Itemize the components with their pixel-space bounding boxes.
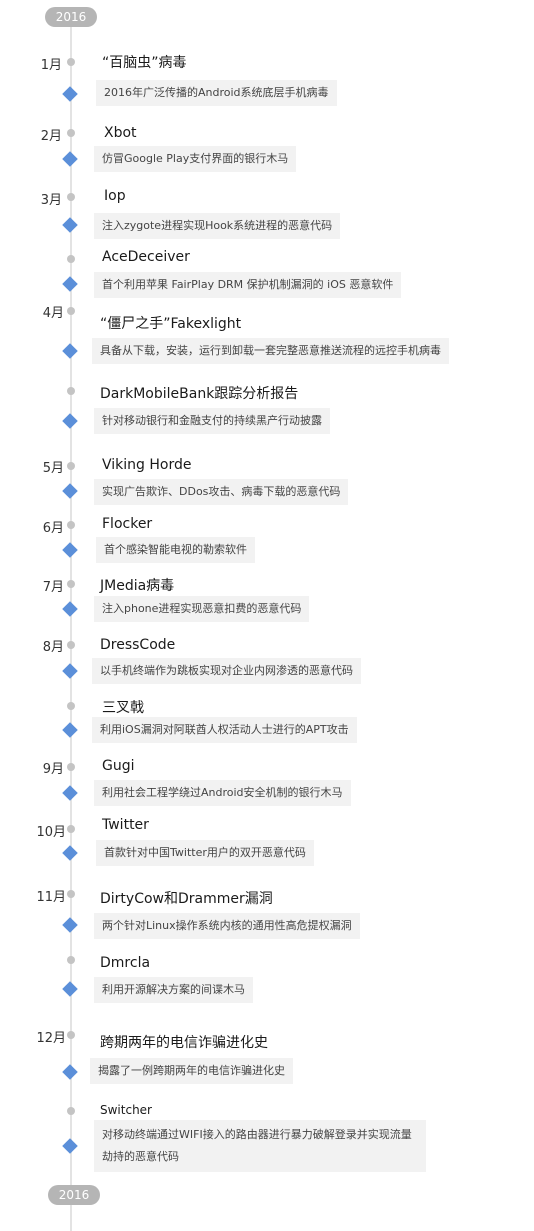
timeline-dot [67,58,75,66]
diamond-marker-icon [62,151,78,167]
event-title: Iop [104,188,126,204]
timeline-dot [67,462,75,470]
event-description: 两个针对Linux操作系统内核的通用性高危提权漏洞 [94,913,360,939]
event-title: Xbot [104,125,137,141]
year-badge-bottom: 2016 [48,1185,100,1205]
diamond-marker-icon [62,86,78,102]
timeline-dot [67,763,75,771]
event-description: 以手机终端作为跳板实现对企业内网渗透的恶意代码 [92,658,361,684]
timeline-dot [67,129,75,137]
diamond-marker-icon [62,722,78,738]
event-description: 揭露了一例跨期两年的电信诈骗进化史 [90,1058,293,1084]
event-description: 首款针对中国Twitter用户的双开恶意代码 [96,840,314,866]
diamond-marker-icon [62,663,78,679]
event-title: 三叉戟 [102,700,144,716]
timeline-dot [67,702,75,710]
event-title: Viking Horde [102,457,192,473]
diamond-marker-icon [62,483,78,499]
event-title: DirtyCow和Drammer漏洞 [100,891,273,907]
month-label: 7月 [42,580,64,595]
event-title: “百脑虫”病毒 [102,55,187,71]
diamond-marker-icon [62,413,78,429]
timeline-dot [67,641,75,649]
month-label: 4月 [42,306,64,321]
event-description: 利用iOS漏洞对阿联酋人权活动人士进行的APT攻击 [92,717,357,743]
timeline-dot [67,387,75,395]
event-description: 利用开源解决方案的间谍木马 [94,977,253,1003]
event-description: 注入phone进程实现恶意扣费的恶意代码 [94,596,310,622]
month-label: 3月 [40,193,62,208]
diamond-marker-icon [62,785,78,801]
diamond-marker-icon [62,217,78,233]
event-description: 具备从下载，安装，运行到卸载一套完整恶意推送流程的远控手机病毒 [92,338,449,364]
month-label: 6月 [42,521,64,536]
diamond-marker-icon [62,1064,78,1080]
month-label: 9月 [42,762,64,777]
event-title: DarkMobileBank跟踪分析报告 [100,386,299,402]
timeline-dot [67,956,75,964]
event-description: 注入zygote进程实现Hook系统进程的恶意代码 [94,213,341,239]
timeline-dot [67,521,75,529]
event-title: Dmrcla [100,955,151,971]
event-description: 2016年广泛传播的Android系统底层手机病毒 [96,80,337,106]
timeline-dot [67,890,75,898]
event-title: JMedia病毒 [100,578,175,594]
event-description: 针对移动银行和金融支付的持续黑产行动披露 [94,408,330,434]
event-title: Flocker [102,516,153,532]
diamond-marker-icon [62,981,78,997]
diamond-marker-icon [62,601,78,617]
month-label: 10月 [36,825,66,840]
event-title: “僵尸之手”Fakexlight [100,316,242,332]
month-label: 12月 [36,1031,66,1046]
diamond-marker-icon [62,276,78,292]
event-description: 仿冒Google Play支付界面的银行木马 [94,146,297,172]
diamond-marker-icon [62,1138,78,1154]
event-title: Switcher [100,1103,152,1117]
month-label: 8月 [42,640,64,655]
diamond-marker-icon [62,917,78,933]
month-label: 1月 [40,58,62,73]
event-title: 跨期两年的电信诈骗进化史 [100,1035,268,1051]
diamond-marker-icon [62,542,78,558]
year-badge-top: 2016 [45,7,97,27]
timeline-dot [67,1031,75,1039]
timeline-dot [67,193,75,201]
event-description: 对移动终端通过WIFI接入的路由器进行暴力破解登录并实现流量劫持的恶意代码 [94,1120,426,1172]
timeline-dot [67,1107,75,1115]
timeline-dot [67,307,75,315]
month-label: 11月 [36,890,66,905]
month-label: 2月 [40,129,62,144]
diamond-marker-icon [62,845,78,861]
event-title: Gugi [102,758,135,774]
timeline-spine [70,26,72,1231]
event-title: AceDeceiver [102,249,190,265]
event-description: 首个利用苹果 FairPlay DRM 保护机制漏洞的 iOS 恶意软件 [94,272,402,298]
month-label: 5月 [42,461,64,476]
timeline-dot [67,255,75,263]
event-description: 利用社会工程学绕过Android安全机制的银行木马 [94,780,351,806]
diamond-marker-icon [62,343,78,359]
timeline-dot [67,825,75,833]
timeline-dot [67,580,75,588]
event-description: 首个感染智能电视的勒索软件 [96,537,255,563]
event-title: DressCode [100,637,176,653]
event-description: 实现广告欺诈、DDos攻击、病毒下载的恶意代码 [94,479,349,505]
event-title: Twitter [102,817,149,833]
